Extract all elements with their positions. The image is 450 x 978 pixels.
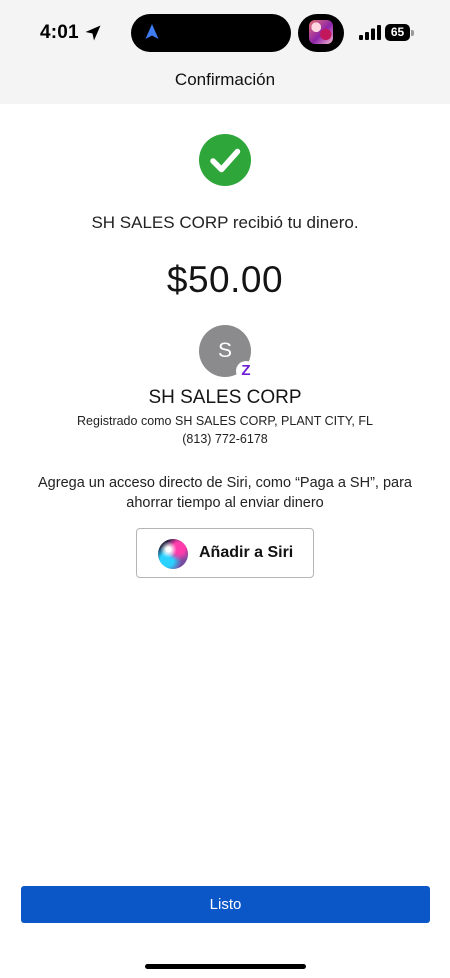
add-to-siri-label: Añadir a Siri: [199, 544, 294, 561]
siri-icon: [158, 539, 188, 569]
navigation-icon: [145, 24, 159, 39]
location-arrow-icon: [85, 25, 101, 41]
recipient-registration: Registrado como SH SALES CORP, PLANT CIT…: [77, 414, 373, 428]
signal-icon: [359, 25, 381, 40]
add-to-siri-button[interactable]: Añadir a Siri: [136, 528, 314, 578]
siri-shortcut-prompt: Agrega un acceso directo de Siri, como “…: [38, 475, 412, 511]
recipient-name: SH SALES CORP: [148, 387, 302, 408]
page-title: Confirmación: [174, 70, 276, 89]
activity-thumbnail: [309, 20, 333, 44]
payment-amount: $50.00: [166, 259, 284, 300]
checkmark-icon: [199, 134, 251, 186]
done-button[interactable]: Listo: [21, 886, 430, 923]
recipient-phone: (813) 772-6178: [182, 432, 268, 446]
battery-cap: [411, 30, 414, 36]
status-time: 4:01: [40, 22, 79, 43]
received-message: SH SALES CORP recibió tu dinero.: [91, 213, 359, 232]
battery-level: 65: [385, 24, 410, 41]
home-indicator[interactable]: [145, 964, 306, 969]
battery-icon: 65: [385, 24, 414, 41]
zelle-icon: Z: [236, 361, 256, 381]
